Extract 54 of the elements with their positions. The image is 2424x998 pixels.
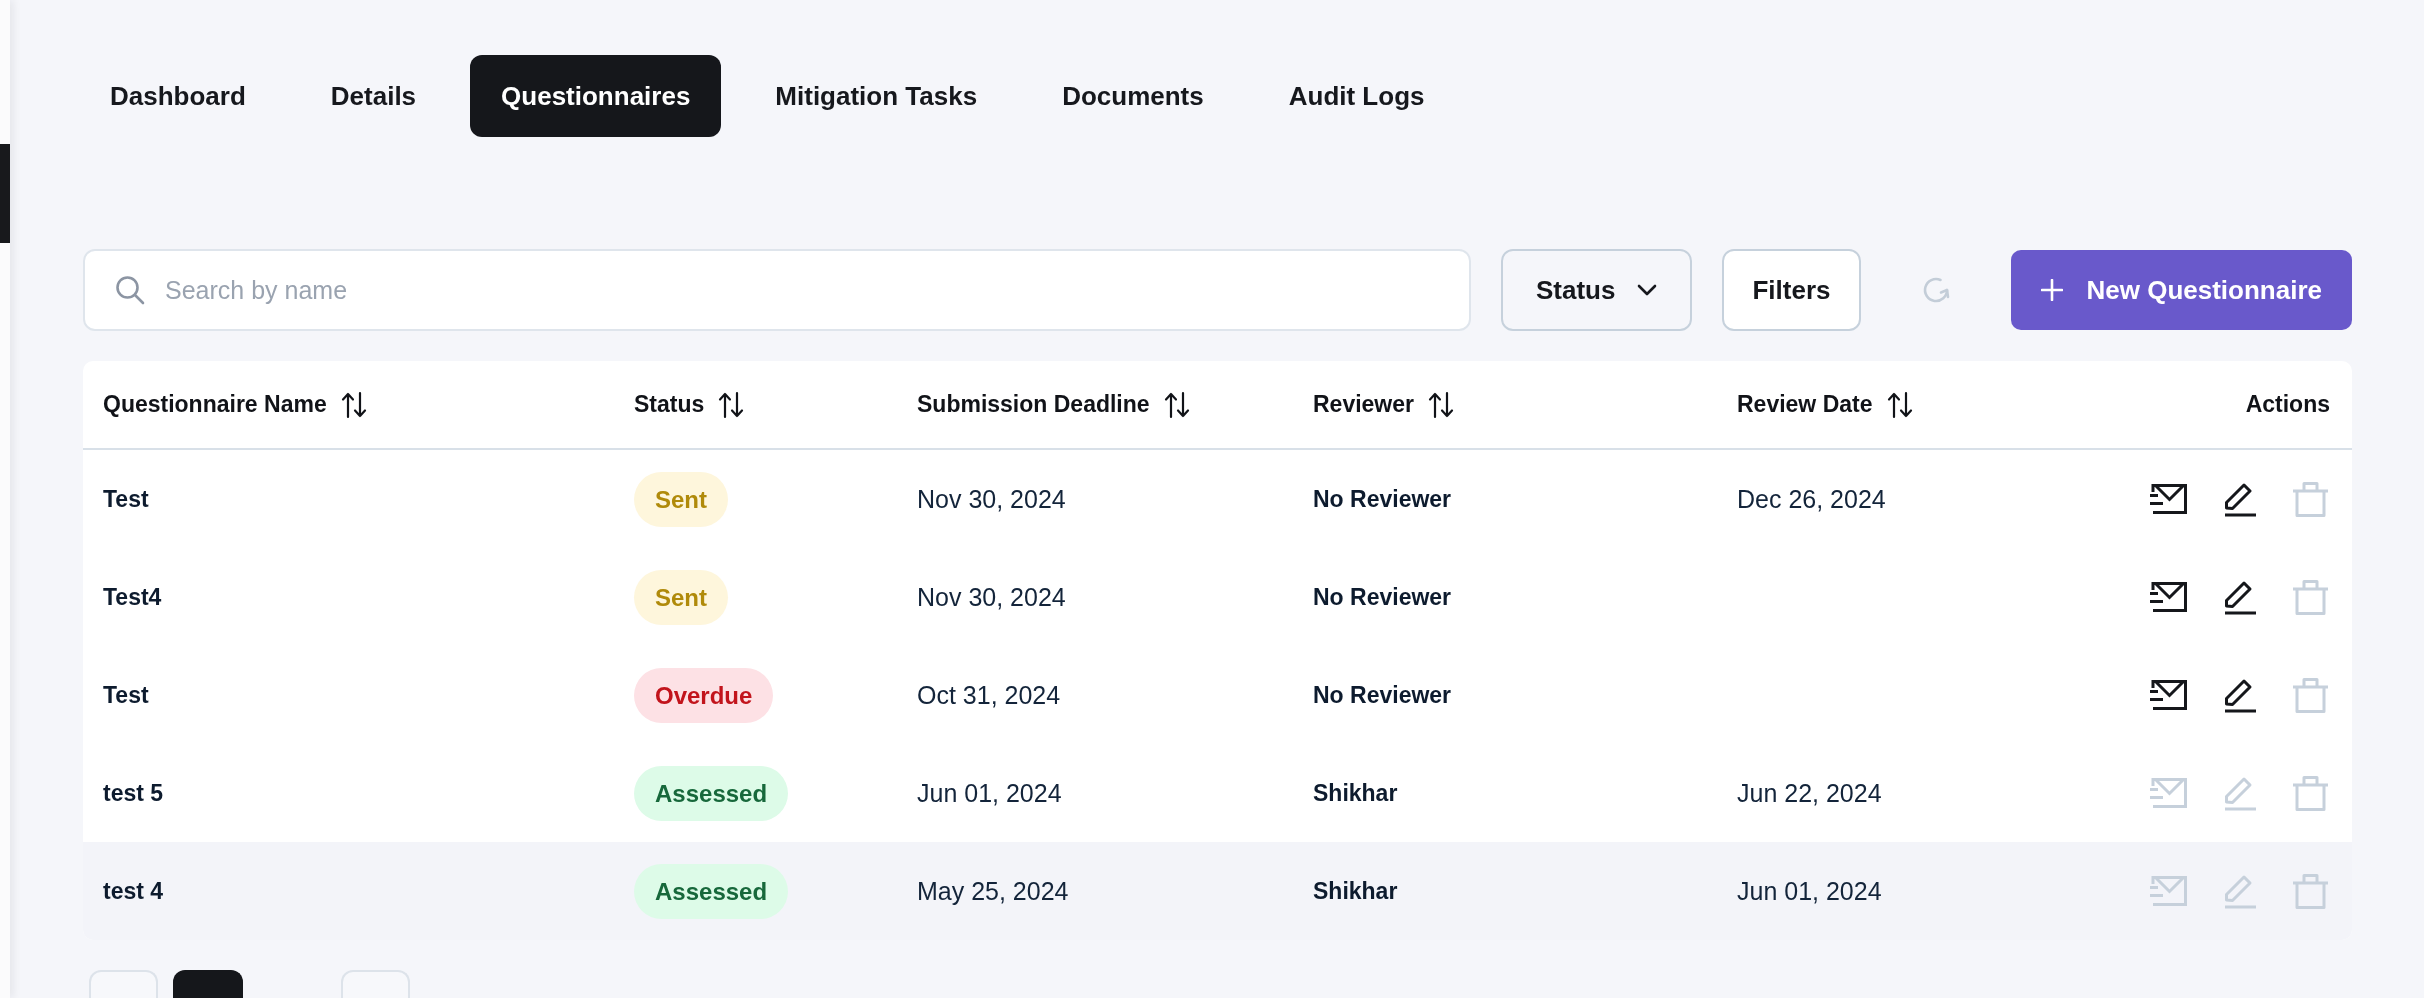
deadline-date: Jun 01, 2024 xyxy=(917,778,1062,808)
pencil-icon[interactable] xyxy=(2224,481,2256,517)
deadline-date: May 25, 2024 xyxy=(917,876,1069,906)
new-questionnaire-button[interactable]: New Questionnaire xyxy=(2010,250,2352,330)
review-date: Dec 26, 2024 xyxy=(1737,484,1886,514)
status-badge: Assessed xyxy=(634,863,789,919)
reviewer-name: No Reviewer xyxy=(1313,583,1452,611)
deadline-date: Nov 30, 2024 xyxy=(917,484,1066,514)
deadline-date: Nov 30, 2024 xyxy=(917,582,1066,612)
review-date: Jun 22, 2024 xyxy=(1737,778,1882,808)
column-header[interactable]: Review Date xyxy=(1737,391,1873,418)
column-header: Actions xyxy=(2245,391,2330,418)
questionnaire-name: Test xyxy=(103,681,149,709)
reviewer-name: No Reviewer xyxy=(1313,681,1452,709)
status-badge: Sent xyxy=(634,569,728,625)
reviewer-name: Shikhar xyxy=(1313,877,1398,905)
questionnaire-name: test 4 xyxy=(103,877,164,905)
tab[interactable]: Questionnaires xyxy=(470,55,722,137)
reviewer-name: Shikhar xyxy=(1313,779,1398,807)
tab[interactable]: Mitigation Tasks xyxy=(744,55,1009,137)
questionnaire-name: test 5 xyxy=(103,779,164,807)
reviewer-name: No Reviewer xyxy=(1313,485,1452,513)
chevron-down-icon xyxy=(1637,284,1658,296)
questionnaire-name: Test xyxy=(103,485,149,513)
tab[interactable]: Documents xyxy=(1031,55,1235,137)
search-field[interactable]: Search by name xyxy=(83,249,1471,331)
plus-icon xyxy=(2040,279,2063,301)
deadline-date: Oct 31, 2024 xyxy=(917,680,1061,710)
search-icon xyxy=(115,275,145,305)
sort-icon[interactable] xyxy=(718,390,745,419)
sort-icon[interactable] xyxy=(1886,390,1913,419)
envelope-icon[interactable] xyxy=(2149,484,2187,514)
envelope-icon[interactable] xyxy=(2149,680,2187,710)
sort-icon[interactable] xyxy=(340,390,367,419)
status-badge: Overdue xyxy=(634,667,774,723)
column-header[interactable]: Submission Deadline xyxy=(917,391,1150,418)
column-header[interactable]: Questionnaire Name xyxy=(103,391,327,418)
sort-icon[interactable] xyxy=(1428,390,1454,419)
status-badge: Assessed xyxy=(634,765,789,821)
envelope-icon[interactable] xyxy=(2149,582,2187,612)
pencil-icon[interactable] xyxy=(2224,579,2256,615)
tab[interactable]: Audit Logs xyxy=(1257,55,1456,137)
page-button[interactable] xyxy=(173,970,243,998)
questionnaire-name: Test4 xyxy=(103,583,162,611)
tab[interactable]: Details xyxy=(299,55,448,137)
filters-button[interactable]: Filters xyxy=(1722,249,1861,331)
sort-icon[interactable] xyxy=(1163,390,1190,419)
column-header[interactable]: Reviewer xyxy=(1313,391,1414,418)
column-header[interactable]: Status xyxy=(634,391,705,418)
status-badge: Sent xyxy=(634,471,728,527)
review-date: Jun 01, 2024 xyxy=(1737,876,1882,906)
status-dropdown[interactable]: Status xyxy=(1501,249,1693,331)
tab[interactable]: Dashboard xyxy=(79,55,277,137)
pencil-icon[interactable] xyxy=(2224,677,2256,713)
